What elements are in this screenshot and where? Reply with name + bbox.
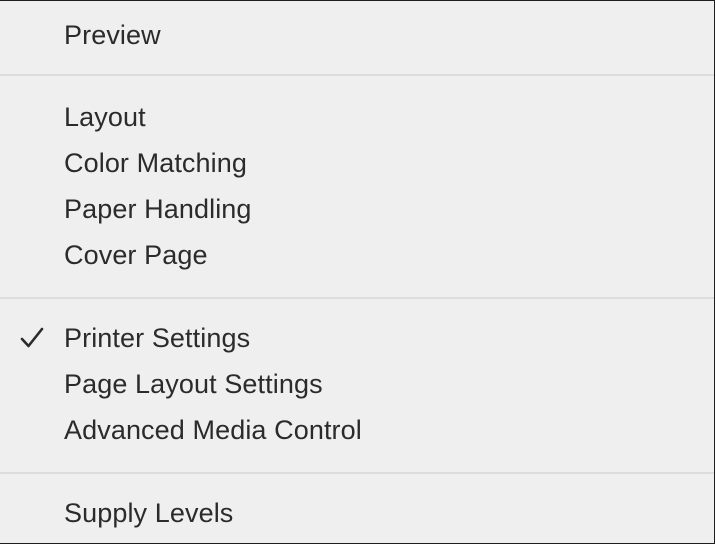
menu-item-label: Cover Page <box>64 240 208 270</box>
menu-item-advanced-media-control[interactable]: Advanced Media Control <box>0 408 714 452</box>
menu-item-label: Preview <box>64 20 161 50</box>
menu-item-label: Page Layout Settings <box>64 369 323 399</box>
menu-item-label: Layout <box>64 102 146 132</box>
print-options-menu: Preview Layout Color Matching Paper Hand… <box>0 0 715 544</box>
menu-item-label: Supply Levels <box>64 498 234 528</box>
menu-item-label: Paper Handling <box>64 194 252 224</box>
menu-separator <box>0 472 714 474</box>
menu-item-page-layout-settings[interactable]: Page Layout Settings <box>0 362 714 406</box>
menu-separator <box>0 297 714 299</box>
menu-item-supply-levels[interactable]: Supply Levels <box>0 491 714 535</box>
menu-item-cover-page[interactable]: Cover Page <box>0 233 714 277</box>
menu-item-preview[interactable]: Preview <box>0 13 714 57</box>
menu-separator <box>0 74 714 76</box>
menu-item-label: Advanced Media Control <box>64 415 362 445</box>
menu-item-layout[interactable]: Layout <box>0 95 714 139</box>
menu-item-label: Color Matching <box>64 148 247 178</box>
menu-item-printer-settings[interactable]: Printer Settings <box>0 316 714 360</box>
menu-item-label: Printer Settings <box>64 323 251 353</box>
menu-item-color-matching[interactable]: Color Matching <box>0 141 714 185</box>
checkmark-icon <box>20 327 44 348</box>
menu-item-paper-handling[interactable]: Paper Handling <box>0 187 714 231</box>
